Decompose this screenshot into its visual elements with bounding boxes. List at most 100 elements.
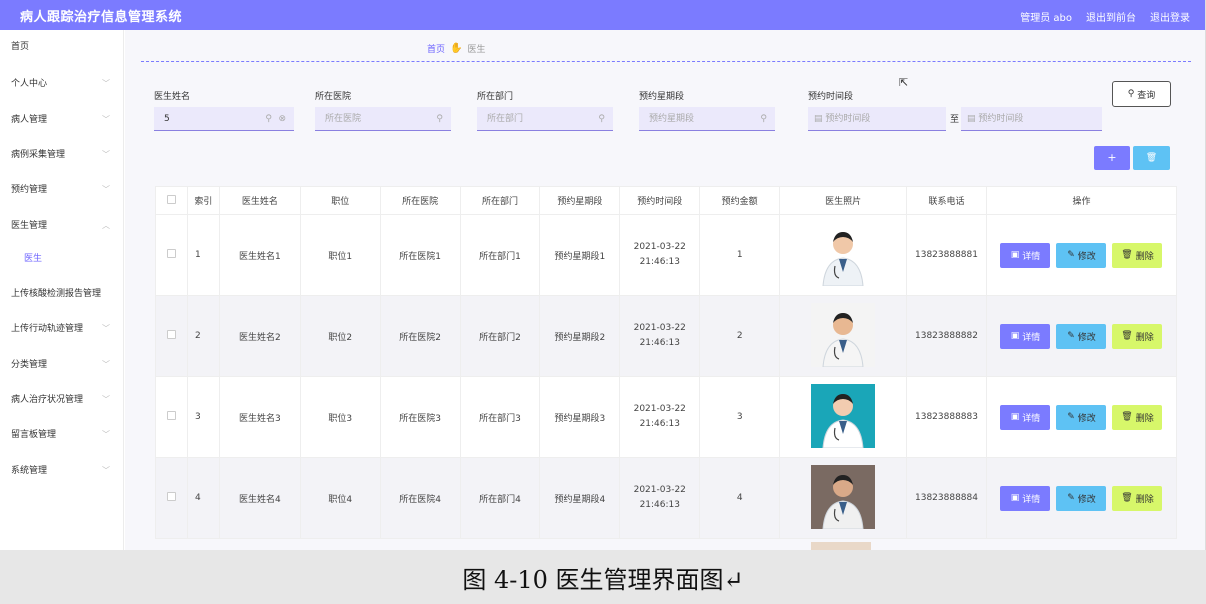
column-header: 索引 — [186, 186, 220, 215]
row-select-cell[interactable] — [155, 295, 188, 377]
chevron-down-icon: ﹀ — [102, 79, 110, 88]
cell-index: 4 — [186, 457, 220, 539]
cell-hospital: 所在医院2 — [379, 295, 461, 377]
sidebar-item[interactable]: 个人中心 ﹀ — [0, 74, 124, 94]
sidebar-item[interactable]: 病例采集管理 ﹀ — [0, 145, 124, 165]
hospital-placeholder: 所在医院 — [325, 114, 362, 124]
chevron-down-icon: ﹀ — [102, 360, 110, 369]
dept-placeholder: 所在部门 — [487, 114, 524, 124]
breadcrumb-home[interactable]: 首页 — [427, 42, 445, 55]
trash-icon: 🗑 — [1121, 412, 1133, 422]
edit-button[interactable]: ✎ 修改 — [1056, 323, 1107, 349]
row-checkbox[interactable] — [166, 411, 176, 420]
cell-time: 2021-03-22 21:46:13 — [619, 457, 701, 539]
sidebar-item[interactable]: 病人治疗状况管理 ﹀ — [0, 390, 124, 410]
row-checkbox[interactable] — [166, 249, 176, 258]
cell-amount: 1 — [699, 214, 781, 296]
table-row: 2 医生姓名2 职位2 所在医院2 所在部门2 预约星期段2 2021-03-22 21:4… — [155, 295, 1178, 377]
sidebar-item[interactable]: 上传行动轨迹管理 ﹀ — [0, 319, 124, 339]
cell-name: 医生姓名2 — [218, 295, 301, 377]
row-checkbox[interactable] — [166, 330, 176, 339]
edit-button[interactable]: ✎ 修改 — [1056, 404, 1107, 430]
chevron-up-icon: ︿ — [102, 221, 110, 230]
sidebar-item[interactable]: 留言板管理 ﹀ — [0, 425, 124, 445]
query-button[interactable]: ⚲ 查询 — [1112, 81, 1171, 107]
range-separator: 至 — [950, 115, 960, 125]
admin-user-link[interactable]: 管理员 abo — [1020, 9, 1072, 24]
row-select-cell[interactable] — [155, 214, 188, 296]
doctor-name-input[interactable]: 5 ⚲ ⊗ — [154, 107, 294, 131]
row-checkbox[interactable] — [166, 492, 176, 501]
doctor-name-value: 5 — [164, 114, 170, 124]
edit-button[interactable]: ✎ 修改 — [1056, 242, 1107, 268]
batch-delete-button[interactable]: 🗑 — [1133, 146, 1170, 170]
sidebar-item[interactable]: 系统管理 ﹀ — [0, 461, 124, 481]
cell-weekday: 预约星期段1 — [539, 214, 621, 296]
chevron-down-icon: ﹀ — [102, 150, 110, 159]
clear-icon[interactable]: ⊗ — [278, 107, 286, 131]
detail-icon: ▣ — [1010, 250, 1020, 260]
dept-input[interactable]: 所在部门 ⚲ — [477, 107, 613, 131]
figure-caption: 图 4-10 医生管理界面图↵ — [462, 566, 744, 594]
cell-amount: 3 — [699, 376, 781, 458]
sidebar-item[interactable]: 首页 — [0, 37, 124, 57]
select-all-cell[interactable] — [155, 186, 188, 215]
logout-link[interactable]: 退出登录 — [1150, 9, 1190, 24]
cell-name: 医生姓名4 — [218, 457, 301, 539]
next-row-photo-partial — [811, 542, 871, 550]
select-all-checkbox[interactable] — [166, 194, 176, 204]
cell-photo — [779, 295, 908, 377]
back-to-front-link[interactable]: 退出到前台 — [1086, 9, 1136, 24]
hospital-input[interactable]: 所在医院 ⚲ — [315, 107, 451, 131]
cell-actions: ▣ 详情 ✎ 修改 🗑 删除 — [985, 376, 1178, 458]
search-icon: ⚲ — [436, 114, 443, 124]
sidebar-item[interactable]: 预约管理 ﹀ — [0, 180, 124, 200]
sidebar: 首页个人中心 ﹀ 病人管理 ﹀ 病例采集管理 ﹀ 预约管理 ﹀ 医生管理 ︿ 医生上传核酸检测报告管… — [0, 30, 124, 550]
edit-button[interactable]: ✎ 修改 — [1056, 485, 1107, 511]
detail-button[interactable]: ▣ 详情 — [1000, 404, 1051, 430]
row-select-cell[interactable] — [155, 457, 188, 539]
filter-label-weekday: 预约星期段 — [639, 92, 685, 102]
search-icon: ⚲ — [265, 114, 272, 124]
chevron-down-icon: ﹀ — [102, 115, 110, 124]
doctor-photo — [811, 221, 876, 286]
cell-photo — [779, 457, 908, 539]
column-header: 所在部门 — [459, 186, 541, 215]
cell-index: 1 — [186, 214, 220, 296]
table-row: 3 医生姓名3 职位3 所在医院3 所在部门3 预约星期段3 2021-03-22 21:4… — [155, 376, 1178, 458]
delete-button[interactable]: 🗑 删除 — [1112, 323, 1163, 349]
delete-button[interactable]: 🗑 删除 — [1112, 242, 1163, 268]
cell-amount: 4 — [699, 457, 781, 539]
column-header: 操作 — [985, 186, 1178, 215]
weekday-placeholder: 预约星期段 — [649, 114, 695, 124]
sidebar-item[interactable]: 病人管理 ﹀ — [0, 110, 124, 130]
trash-icon: 🗑 — [1121, 493, 1133, 503]
delete-button[interactable]: 🗑 删除 — [1112, 404, 1163, 430]
search-icon: ⚲ — [598, 114, 605, 124]
cell-hospital: 所在医院1 — [379, 214, 461, 296]
detail-button[interactable]: ▣ 详情 — [1000, 323, 1051, 349]
cell-position: 职位3 — [299, 376, 381, 458]
weekday-input[interactable]: 预约星期段 ⚲ — [639, 107, 775, 131]
sidebar-item[interactable]: 分类管理 ﹀ — [0, 355, 124, 375]
detail-button[interactable]: ▣ 详情 — [1000, 242, 1051, 268]
sidebar-item[interactable]: 医生管理 ︿ — [0, 216, 124, 236]
row-select-cell[interactable] — [155, 376, 188, 458]
add-button[interactable]: + — [1094, 146, 1130, 170]
time-end-input[interactable]: ▤ 预约时间段 — [961, 107, 1102, 131]
sidebar-item-label: 系统管理 — [11, 466, 48, 476]
sidebar-item[interactable]: 上传核酸检测报告管理 — [0, 284, 124, 304]
column-header: 预约时间段 — [619, 186, 701, 215]
detail-label: 详情 — [1022, 251, 1041, 262]
cell-index: 3 — [186, 376, 220, 458]
delete-button[interactable]: 🗑 删除 — [1112, 485, 1163, 511]
doctor-photo — [811, 383, 876, 448]
sidebar-item[interactable]: 医生 — [0, 249, 124, 269]
detail-button[interactable]: ▣ 详情 — [1000, 485, 1051, 511]
doctor-photo — [811, 464, 876, 529]
delete-label: 删除 — [1135, 413, 1154, 424]
column-header: 所在医院 — [379, 186, 461, 215]
time-start-placeholder: 预约时间段 — [825, 114, 871, 124]
time-start-input[interactable]: ▤ 预约时间段 — [808, 107, 946, 131]
filter-label-hospital: 所在医院 — [315, 92, 352, 102]
